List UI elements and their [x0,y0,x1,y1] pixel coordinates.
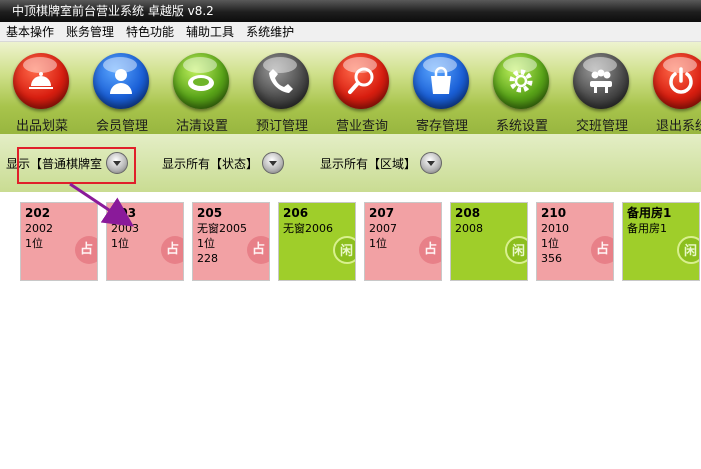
room-card-spare-1[interactable]: 备用房1 备用房1 闲 [622,202,700,281]
room-name: 备用房1 [627,222,667,235]
bag-icon [413,53,469,109]
occupied-badge-icon: 占 [247,236,269,264]
chevron-down-icon[interactable] [262,152,285,174]
gear-icon [493,53,549,109]
phone-icon [253,53,309,109]
toolbar-button-query[interactable]: 营业查询 [320,42,398,134]
menu-bar: 基本操作 账务管理 特色功能 辅助工具 系统维护 [0,22,701,42]
room-card-202[interactable]: 202 2002 1位 占 [20,202,98,281]
room-name: 无窗2005 [197,222,247,235]
occupied-badge-icon: 占 [419,236,441,264]
toolbar-button-exit[interactable]: 退出系统 [640,42,701,134]
room-name: 2007 [369,222,397,235]
room-card-208[interactable]: 208 2008 闲 [450,202,528,281]
menu-basic-ops[interactable]: 基本操作 [0,22,60,42]
main-toolbar: 出品划菜 会员管理 沽清设置 预订管理 营业查询 寄存管理 系统设置 交班管理 … [0,42,701,134]
room-number: 208 [455,206,481,220]
member-user-icon [93,53,149,109]
occupied-badge-icon: 占 [591,236,613,264]
occupied-badge-icon: 占 [161,236,183,264]
area-filter[interactable]: 显示所有【区域】 [320,152,443,174]
toolbar-button-settings[interactable]: 系统设置 [480,42,558,134]
status-filter-label: 显示所有【状态】 [162,156,259,171]
toolbar-button-storage[interactable]: 寄存管理 [400,42,478,134]
menu-accounts[interactable]: 账务管理 [60,22,120,42]
chevron-down-icon[interactable] [420,152,443,174]
menu-tools[interactable]: 辅助工具 [180,22,240,42]
vacant-badge-icon: 闲 [333,236,355,264]
room-name: 无窗2006 [283,222,333,235]
power-icon [653,53,701,109]
room-grid: 202 2002 1位 占 203 2003 1位 占 205 无窗2005 1… [0,192,701,469]
toolbar-button-booking[interactable]: 预订管理 [240,42,318,134]
room-number: 210 [541,206,567,220]
room-number: 备用房1 [627,206,672,220]
toolbar-button-shift[interactable]: 交班管理 [560,42,638,134]
menu-system[interactable]: 系统维护 [240,22,300,42]
magnifier-icon [333,53,389,109]
vacant-badge-icon: 闲 [505,236,527,264]
vacant-badge-icon: 闲 [677,236,699,264]
window-title: 中顶棋牌室前台营业系统 卓越版 v8.2 [12,4,214,18]
room-name: 2003 [111,222,139,235]
occupied-badge-icon: 占 [75,236,97,264]
menu-features[interactable]: 特色功能 [120,22,180,42]
room-card-206[interactable]: 206 无窗2006 闲 [278,202,356,281]
room-number: 202 [25,206,51,220]
room-number: 207 [369,206,395,220]
area-filter-label: 显示所有【区域】 [320,156,417,171]
room-number: 206 [283,206,309,220]
toolbar-button-soldout[interactable]: 沽清设置 [160,42,238,134]
room-name: 2010 [541,222,569,235]
status-filter[interactable]: 显示所有【状态】 [162,152,285,174]
food-cloche-icon [13,53,69,109]
room-card-207[interactable]: 207 2007 1位 占 [364,202,442,281]
toolbar-button-members[interactable]: 会员管理 [80,42,158,134]
plate-icon [173,53,229,109]
room-number: 205 [197,206,223,220]
room-name: 2002 [25,222,53,235]
room-card-205[interactable]: 205 无窗2005 1位 228 占 [192,202,270,281]
room-number: 203 [111,206,137,220]
toolbar-button-dispatch[interactable]: 出品划菜 [0,42,78,134]
highlight-box [17,147,136,184]
room-card-210[interactable]: 210 2010 1位 356 占 [536,202,614,281]
meeting-icon [573,53,629,109]
window-titlebar: 中顶棋牌室前台营业系统 卓越版 v8.2 [0,0,701,22]
room-card-203[interactable]: 203 2003 1位 占 [106,202,184,281]
room-name: 2008 [455,222,483,235]
